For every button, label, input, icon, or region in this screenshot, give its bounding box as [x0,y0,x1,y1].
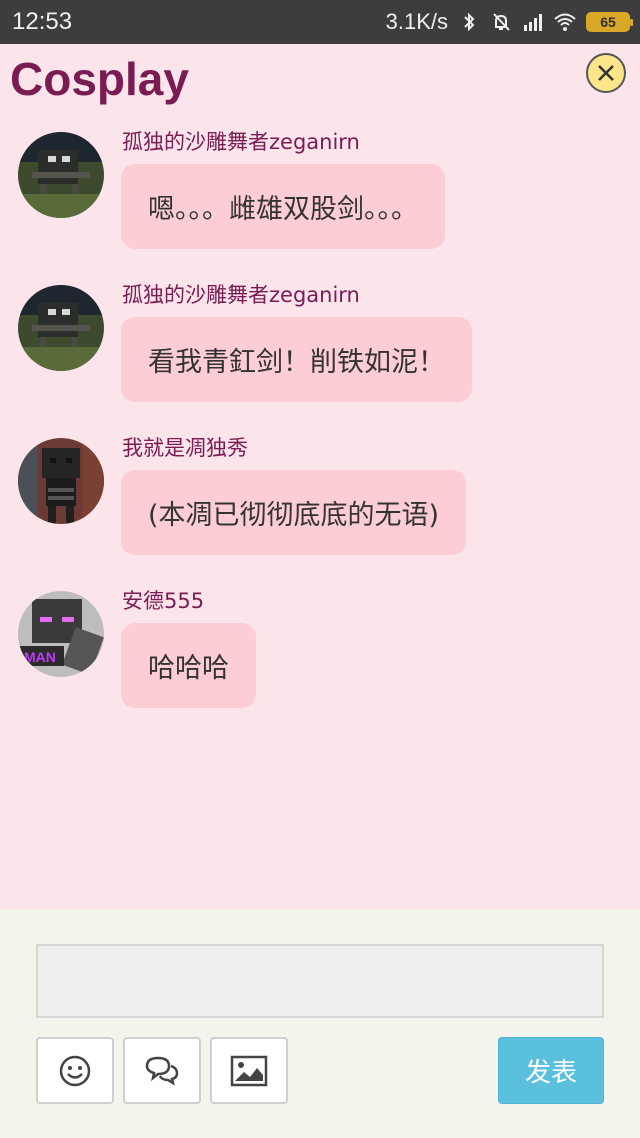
send-button[interactable]: 发表 [498,1037,604,1104]
message-username[interactable]: 安德555 [122,585,204,615]
chat-bubbles-icon [145,1056,179,1086]
signal-icon [524,14,542,31]
emoji-button[interactable] [36,1037,114,1104]
bluetooth-icon [464,12,475,32]
emoji-icon [59,1055,91,1086]
message-username[interactable]: 我就是凋独秀 [122,432,248,462]
message-bubble: 嗯。。。雌雄双股剑。。。 [121,164,445,249]
image-button[interactable] [210,1037,288,1104]
status-bar: 12:53 3.1K/s 65 [0,0,640,44]
message-username[interactable]: 孤独的沙雕舞者zeganirn [122,126,360,156]
status-time: 12:53 [12,8,73,35]
message-bubble: 哈哈哈 [121,623,256,708]
wifi-icon [554,13,576,31]
image-icon [230,1055,268,1086]
close-icon [598,65,614,81]
avatar[interactable] [18,132,104,218]
message-bubble: 看我青釭剑！削铁如泥！ [121,317,472,402]
message-list[interactable]: 孤独的沙雕舞者zeganirn 嗯。。。雌雄双股剑。。。 孤独的沙雕舞者zega… [0,114,640,909]
mute-bell-icon [493,13,510,31]
avatar-label: MAN [24,649,56,665]
app-header: Cosplay [0,44,640,114]
battery-icon: 65 [586,12,633,32]
network-speed: 3.1K/s [385,9,448,34]
message-username[interactable]: 孤独的沙雕舞者zeganirn [122,279,360,309]
avatar[interactable] [18,438,104,524]
avatar[interactable] [18,285,104,371]
composer: 发表 [0,909,640,1138]
avatar[interactable]: MAN [18,591,104,677]
chat-button[interactable] [123,1037,201,1104]
page-title: Cosplay [10,53,189,105]
message-input[interactable] [36,944,604,1018]
message-bubble: (本凋已彻彻底底的无语) [121,470,467,555]
status-icons: 3.1K/s 65 [385,8,633,36]
close-button[interactable] [586,53,626,93]
